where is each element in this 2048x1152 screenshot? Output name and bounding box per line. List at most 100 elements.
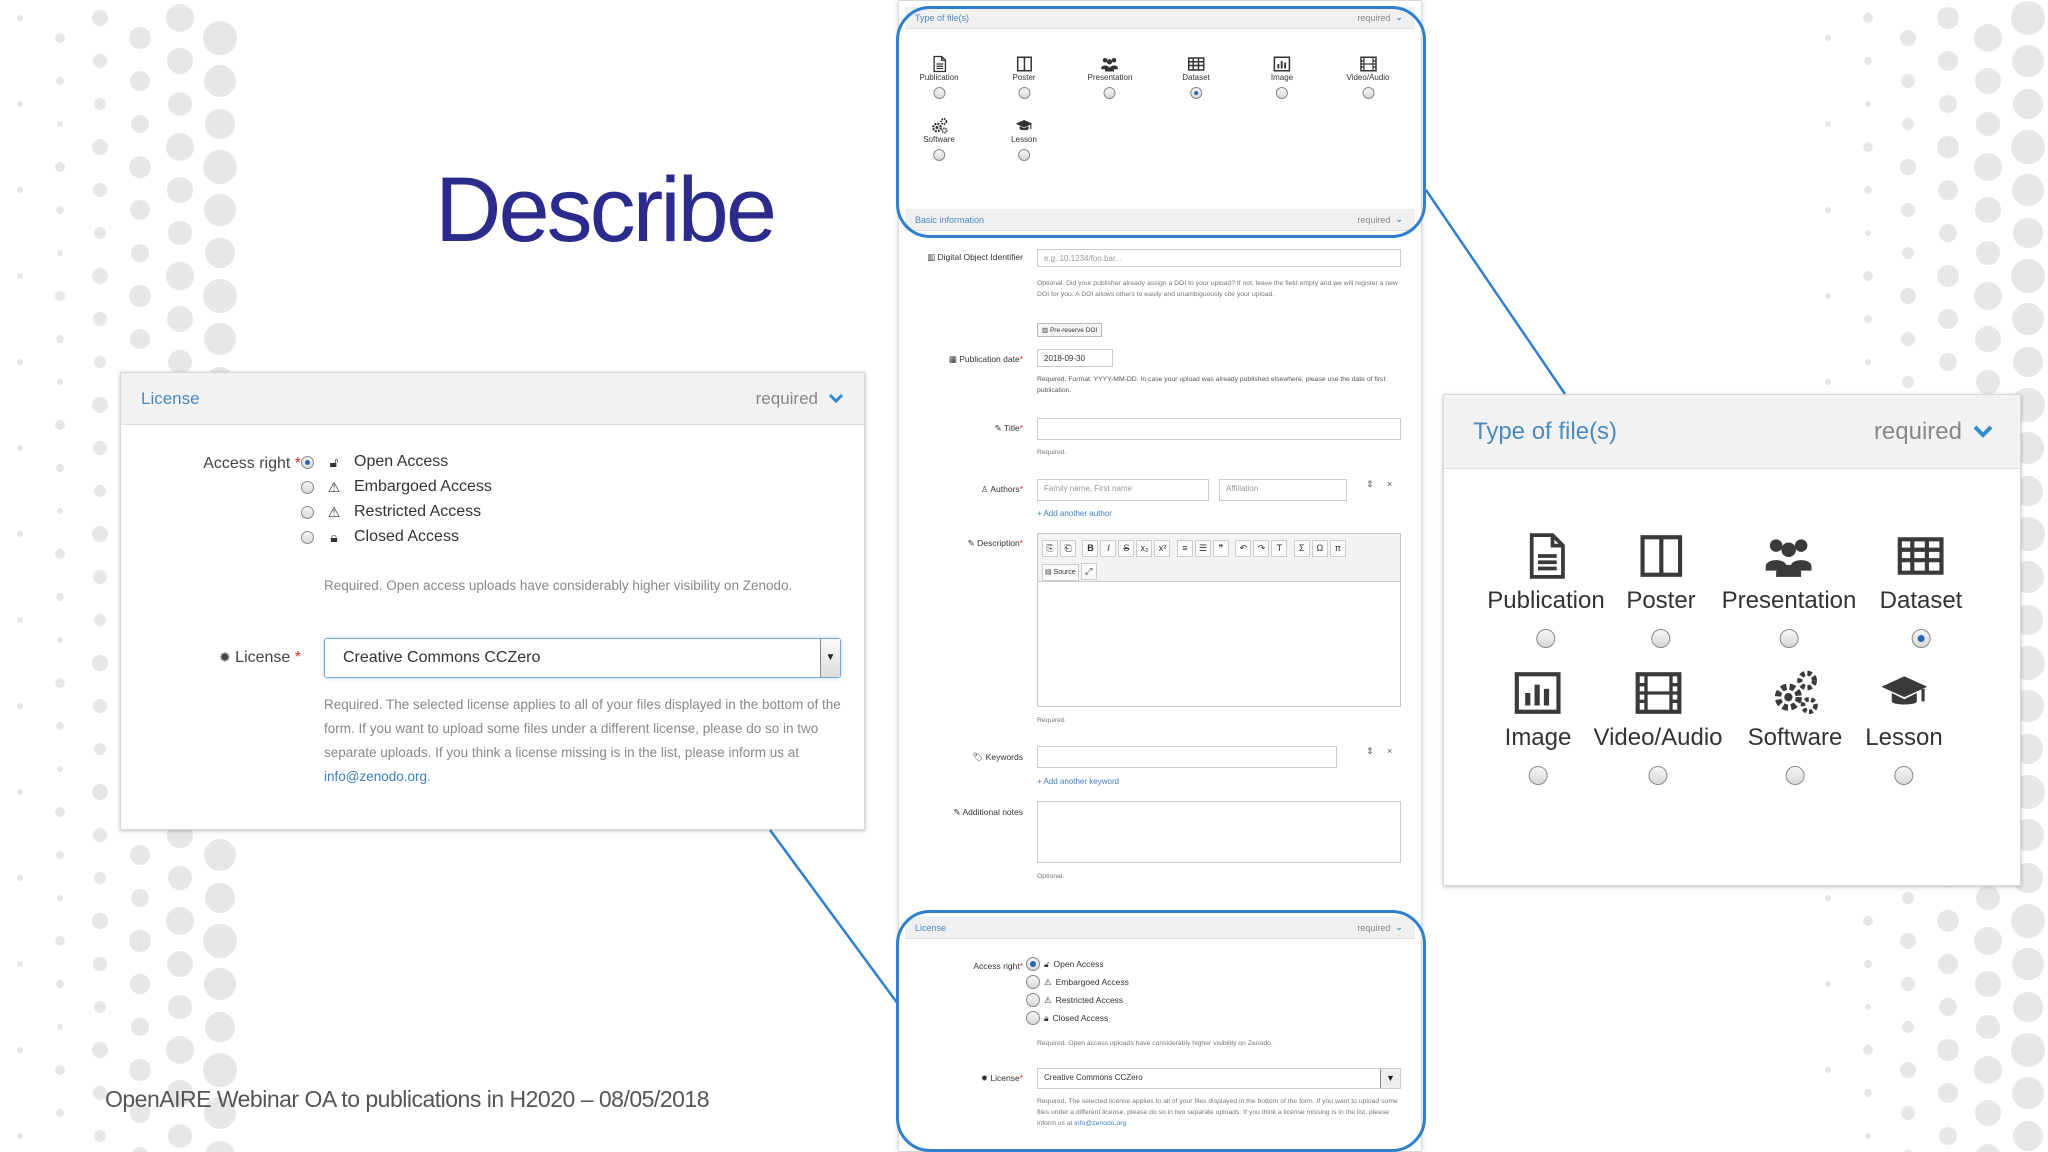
type-option-presentation[interactable]: Presentation (1722, 523, 1856, 648)
license-help: Required. The selected license applies t… (324, 693, 844, 789)
undo-icon[interactable]: ↶ (1235, 540, 1252, 557)
add-author-link[interactable]: + Add another author (1037, 509, 1112, 518)
access-option-restricted-access[interactable]: ⚠ Restricted Access (301, 503, 481, 521)
decorative-dot (1825, 293, 1831, 299)
decorative-dot (131, 1018, 149, 1036)
reorder-icon[interactable]: ⇕ (1366, 479, 1374, 490)
license-panel-header[interactable]: License required (121, 373, 864, 425)
title-help: Required. (1037, 449, 1067, 456)
type-of-files-panel: Type of file(s) required Publication Post… (1443, 394, 2021, 886)
decorative-dot (1900, 159, 1916, 175)
decorative-dot (1825, 207, 1831, 213)
doi-label-text: Digital Object Identifier (937, 252, 1023, 262)
author-affiliation-input[interactable]: Affiliation (1219, 479, 1347, 501)
decorative-dot (130, 71, 150, 91)
contact-email-link[interactable]: info@zenodo.org (324, 769, 427, 784)
quote-icon[interactable]: ❞ (1212, 540, 1229, 557)
decorative-dot (92, 655, 108, 671)
chevron-down-icon[interactable] (1972, 418, 1994, 446)
type-option-lesson[interactable]: Lesson (1865, 660, 1943, 785)
paste-icon[interactable]: ⎗ (1060, 540, 1076, 557)
subscript-icon[interactable]: x₂ (1136, 540, 1153, 557)
select-caret-icon[interactable]: ▼ (820, 639, 840, 677)
clear-format-icon[interactable]: T (1271, 540, 1288, 557)
access-option-closed-access[interactable]: 🔒︎ Closed Access (301, 528, 459, 546)
superscript-icon[interactable]: x² (1154, 540, 1171, 557)
decorative-dot (1825, 121, 1831, 127)
remove-keyword-icon[interactable]: × (1387, 746, 1392, 756)
decorative-dot (94, 1130, 106, 1142)
add-keyword-link[interactable]: + Add another keyword (1037, 777, 1119, 786)
omega-icon[interactable]: Ω (1311, 540, 1328, 557)
type-option-software[interactable]: Software (1748, 660, 1842, 785)
type-radio[interactable] (1785, 766, 1805, 785)
license-select[interactable]: Creative Commons CCZero ▼ (324, 638, 841, 678)
type-panel-header[interactable]: Type of file(s) required (1444, 395, 2020, 469)
chevron-down-icon[interactable] (828, 389, 844, 409)
callout-type-outline (896, 6, 1426, 238)
decorative-dot (1939, 224, 1957, 242)
sigma-icon[interactable]: Σ (1293, 540, 1310, 557)
access-radio[interactable] (301, 455, 314, 469)
description-editor[interactable]: ⎘ ⎗ B I Sx₂ x² ≡ ☰ ❞ ↶ ↷ T ΣΩπ ▤ Source ⤢ (1037, 533, 1401, 707)
pubdate-input[interactable]: 2018-09-30 (1037, 349, 1113, 367)
type-option-publication[interactable]: Publication (1487, 523, 1605, 648)
decorative-dot (167, 306, 193, 332)
type-radio[interactable] (1911, 629, 1931, 648)
title-input[interactable] (1037, 418, 1401, 440)
decorative-dot (1865, 359, 1871, 365)
pi-icon[interactable]: π (1329, 540, 1346, 557)
reorder-icon[interactable]: ⇕ (1366, 746, 1374, 757)
decorative-dot (57, 379, 63, 385)
decorative-dot (203, 1053, 237, 1087)
prereserve-doi-button[interactable]: ▥ Pre-reserve DOI (1037, 323, 1103, 337)
access-radio[interactable] (301, 480, 314, 494)
type-radio[interactable] (1894, 766, 1914, 785)
decorative-dot (2011, 130, 2045, 164)
decorative-dot (57, 508, 63, 514)
callout-license-outline (896, 910, 1426, 1152)
doi-input[interactable]: e.g. 10.1234/foo.bar... (1037, 249, 1401, 267)
access-right-label-text: Access right (203, 455, 291, 472)
decorative-dot (1865, 1133, 1871, 1139)
type-option-dataset[interactable]: Dataset (1880, 523, 1962, 648)
decorative-dot (1864, 315, 1872, 323)
notes-textarea[interactable] (1037, 801, 1401, 863)
type-radio[interactable] (1779, 629, 1799, 648)
bullet-list-icon[interactable]: ☰ (1194, 540, 1211, 557)
redo-icon[interactable]: ↷ (1253, 540, 1270, 557)
type-radio[interactable] (1651, 629, 1671, 648)
strikethrough-icon[interactable]: S (1118, 540, 1135, 557)
decorative-dot (92, 526, 108, 542)
italic-icon[interactable]: I (1100, 540, 1117, 557)
decorative-dot (1975, 1100, 2001, 1126)
type-radio[interactable] (1536, 629, 1556, 648)
type-option-poster[interactable]: Poster (1626, 523, 1696, 648)
type-option-video-audio[interactable]: Video/Audio (1594, 660, 1723, 785)
remove-author-icon[interactable]: × (1387, 479, 1392, 489)
keyword-input[interactable] (1037, 746, 1337, 768)
type-radio[interactable] (1528, 766, 1548, 785)
decorative-dot (17, 1133, 23, 1139)
access-radio[interactable] (301, 505, 314, 519)
type-option-image[interactable]: Image (1505, 660, 1571, 785)
description-help: Required. (1037, 717, 1067, 724)
access-option-embargoed-access[interactable]: ⚠ Embargoed Access (301, 478, 492, 496)
decorative-dot (56, 464, 64, 472)
decorative-dot (1902, 118, 1914, 130)
source-button[interactable]: ▤ Source (1042, 564, 1079, 581)
maximize-icon[interactable]: ⤢ (1080, 563, 1097, 580)
decorative-dot (2012, 1077, 2044, 1109)
keywords-label: 🏷 Keywords (972, 752, 1023, 762)
decorative-dot (205, 1141, 235, 1152)
numbered-list-icon[interactable]: ≡ (1176, 540, 1193, 557)
decorative-dot (17, 617, 23, 623)
decorative-dot (1864, 1089, 1872, 1097)
type-radio[interactable] (1648, 766, 1668, 785)
author-name-input[interactable]: Family name, First name (1037, 479, 1209, 501)
type-option-label: Video/Audio (1593, 724, 1723, 751)
bold-icon[interactable]: B (1082, 540, 1099, 557)
access-radio[interactable] (301, 530, 314, 544)
copy-icon[interactable]: ⎘ (1042, 540, 1058, 557)
access-option-open-access[interactable]: 🔓︎ Open Access (301, 453, 448, 471)
